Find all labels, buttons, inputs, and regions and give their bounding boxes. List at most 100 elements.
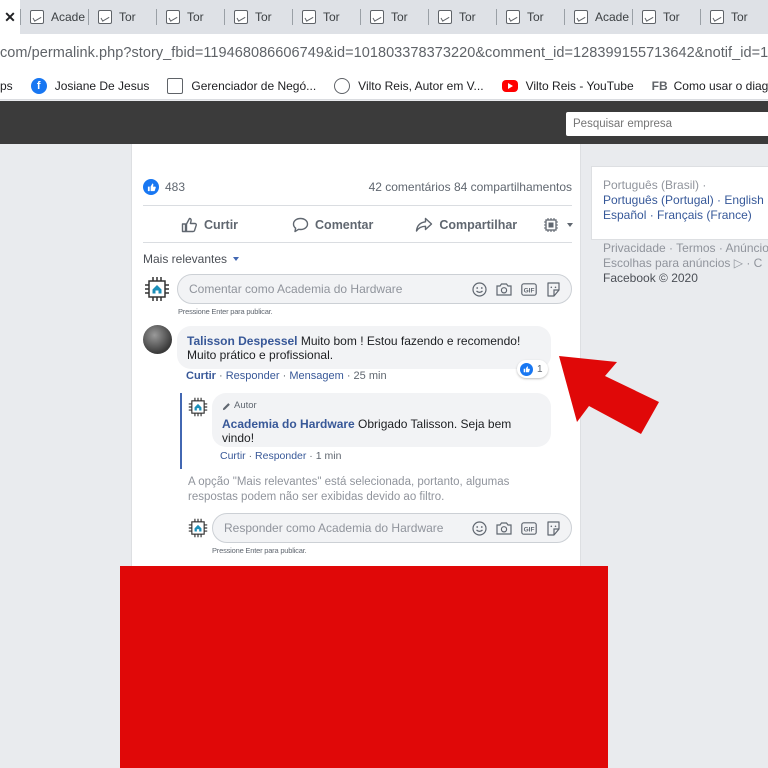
current-language: Português (Brasil) · xyxy=(603,178,707,192)
page-icon xyxy=(302,10,316,24)
browser-tab[interactable]: Tor xyxy=(156,0,224,34)
user-avatar[interactable] xyxy=(143,325,172,354)
comment-message-link[interactable]: Mensagem xyxy=(289,370,343,382)
comment-bubble: Talisson Despessel Muito bom ! Estou faz… xyxy=(177,326,551,369)
comment-like-link[interactable]: Curtir xyxy=(186,370,216,382)
svg-text:GIF: GIF xyxy=(524,526,535,533)
post-as-selector[interactable] xyxy=(543,217,574,233)
like-reaction-icon xyxy=(143,179,159,195)
footer-link[interactable]: Termos · xyxy=(676,241,723,255)
page-icon xyxy=(642,10,656,24)
browser-tab[interactable]: Tor xyxy=(700,0,768,34)
comment-input[interactable]: Comentar como Academia do Hardware GIF xyxy=(177,274,572,304)
browser-tab-bar: ✕ Acade Tor Tor Tor Tor Tor Tor Tor Acad… xyxy=(0,0,768,34)
chip-icon xyxy=(544,218,559,232)
thumbs-up-icon xyxy=(181,217,197,233)
bookmark-item[interactable]: Vilto Reis - YouTube xyxy=(501,79,634,93)
page-icon xyxy=(234,10,248,24)
bookmark-item[interactable]: Vilto Reis, Autor em V... xyxy=(334,77,484,94)
like-reaction-icon xyxy=(520,362,533,376)
academia-hardware-logo-icon xyxy=(145,277,169,301)
comment-reaction-badge[interactable]: 1 xyxy=(517,360,548,378)
academia-hardware-logo-icon xyxy=(188,397,208,417)
reply-thread-line xyxy=(180,393,182,469)
comment-button[interactable]: Comentar xyxy=(292,217,373,233)
pencil-icon xyxy=(222,402,230,410)
reply-author-link[interactable]: Academia do Hardware xyxy=(222,417,355,431)
address-bar[interactable]: com/permalink.php?story_fbid=11946808660… xyxy=(0,34,768,72)
camera-icon[interactable] xyxy=(496,521,512,535)
footer-link[interactable]: Privacidade · xyxy=(603,241,673,255)
page-icon xyxy=(166,10,180,24)
academia-hardware-logo-icon xyxy=(188,518,208,538)
browser-tab[interactable]: Acade xyxy=(20,0,88,34)
bookmark-item[interactable]: Gerenciador de Negó... xyxy=(167,77,316,94)
reply-time[interactable]: 1 min xyxy=(316,450,342,462)
facebook-top-bar xyxy=(0,101,768,144)
camera-icon[interactable] xyxy=(496,282,512,296)
bookmark-item[interactable]: f Josiane De Jesus xyxy=(30,77,149,94)
language-link[interactable]: Français (France) xyxy=(657,208,752,222)
like-button[interactable]: Curtir xyxy=(181,217,238,233)
facebook-icon: f xyxy=(30,77,47,94)
publish-hint: Pressione Enter para publicar. xyxy=(212,546,307,555)
close-tab-icon[interactable]: ✕ xyxy=(0,0,20,34)
browser-tab[interactable]: Tor xyxy=(632,0,700,34)
reply-bubble: Autor Academia do Hardware Obrigado Tali… xyxy=(212,393,551,447)
sort-selector[interactable]: Mais relevantes xyxy=(143,252,240,266)
page-icon xyxy=(438,10,452,24)
comments-shares-count[interactable]: 42 comentários 84 compartilhamentos xyxy=(369,180,572,194)
language-link[interactable]: Português (Portugal) · xyxy=(603,193,721,207)
divider xyxy=(143,205,572,206)
footer-link[interactable]: · C xyxy=(746,256,762,270)
globe-icon xyxy=(334,77,351,94)
emoji-icon[interactable] xyxy=(472,520,487,536)
footer-link[interactable]: Escolhas para anúncios xyxy=(603,256,730,270)
browser-tab[interactable]: Tor xyxy=(292,0,360,34)
divider xyxy=(143,242,572,243)
comment-author-link[interactable]: Talisson Despessel xyxy=(187,334,298,348)
filter-note: A opção "Mais relevantes" está seleciona… xyxy=(188,476,510,503)
gif-icon[interactable]: GIF xyxy=(521,282,537,296)
browser-tab[interactable]: Tor xyxy=(88,0,156,34)
footer-link[interactable]: Anúncios xyxy=(726,241,768,255)
browser-tab[interactable]: Tor xyxy=(496,0,564,34)
chevron-down-icon xyxy=(233,257,240,261)
sticker-icon[interactable] xyxy=(546,520,561,536)
comment-icon xyxy=(292,217,309,233)
emoji-icon[interactable] xyxy=(472,281,487,297)
browser-tab[interactable]: Tor xyxy=(428,0,496,34)
sticker-icon[interactable] xyxy=(546,281,561,297)
comment-time[interactable]: 25 min xyxy=(354,370,387,382)
share-icon xyxy=(416,217,433,232)
language-link[interactable]: Español · xyxy=(603,208,654,222)
page-icon xyxy=(30,10,44,24)
footer-links: Privacidade · Termos · Anúncios Escolhas… xyxy=(603,241,768,286)
bookmark-apps[interactable]: ps xyxy=(0,79,13,93)
comment-reply-link[interactable]: Responder xyxy=(226,370,280,382)
likes-count[interactable]: 483 xyxy=(165,180,185,194)
chevron-down-icon xyxy=(567,223,574,227)
fb-text-icon: FB xyxy=(651,78,668,93)
copyright: Facebook © 2020 xyxy=(603,271,698,285)
language-link[interactable]: English xyxy=(724,193,763,207)
url-text[interactable]: com/permalink.php?story_fbid=11946808660… xyxy=(0,45,768,61)
bookmark-item[interactable]: FBComo usar o diagnóst... xyxy=(652,78,768,94)
reply-input[interactable]: Responder como Academia do Hardware GIF xyxy=(212,513,572,543)
share-button[interactable]: Compartilhar xyxy=(415,217,517,233)
search-input[interactable] xyxy=(566,112,768,136)
author-badge: Autor xyxy=(222,399,541,413)
post-card: 483 42 comentários 84 compartilhamentos … xyxy=(131,144,581,574)
browser-tab[interactable]: Tor xyxy=(224,0,292,34)
reply-like-link[interactable]: Curtir xyxy=(220,450,246,462)
reply-reply-link[interactable]: Responder xyxy=(255,450,306,462)
page-icon xyxy=(710,10,724,24)
page-icon xyxy=(370,10,384,24)
page-avatar xyxy=(143,275,171,303)
language-box: Português (Brasil) · Português (Portugal… xyxy=(591,166,768,240)
gif-icon[interactable]: GIF xyxy=(521,521,537,535)
reply-meta: Curtir · Responder · 1 min xyxy=(220,450,342,462)
browser-tab[interactable]: Tor xyxy=(360,0,428,34)
browser-tab[interactable]: Acade xyxy=(564,0,632,34)
page-avatar[interactable] xyxy=(187,396,209,418)
